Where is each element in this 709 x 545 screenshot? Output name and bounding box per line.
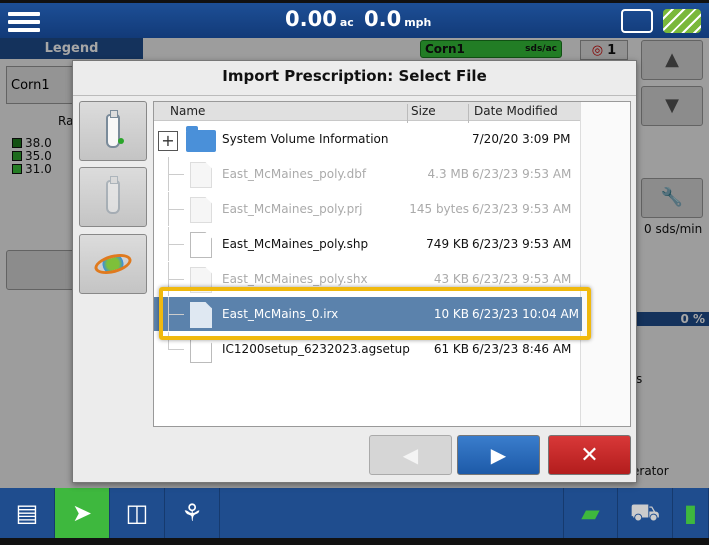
document-file-icon [190,302,212,328]
usb-source-button[interactable] [79,101,147,161]
document-file-icon [190,197,212,223]
speed-value: 0.0 [364,7,402,31]
title-divider [73,95,636,96]
file-date: 6/23/23 10:04 AM [472,307,580,321]
file-row[interactable]: East_McMaines_poly.shx 43 KB 6/23/23 9:5… [154,262,582,296]
back-button[interactable]: ◀ [369,435,452,475]
file-name: East_McMains_0.irx [222,307,339,321]
bottom-toolbar: ▤ ➤ ◫ ⚘ ▰ ⛟ ▮ [0,488,709,538]
speed-unit: mph [404,16,432,29]
area-readout: 0.00 ac [285,7,354,31]
usb-source-button-2[interactable] [79,167,147,227]
field-icon: ▰ [581,499,600,527]
gps-satellite-icon[interactable] [663,9,701,33]
folder-icon [186,126,216,152]
split-view-icon: ◫ [125,499,149,527]
document-file-icon [190,267,212,293]
file-date: 6/23/23 9:53 AM [472,272,572,286]
right-arrow-icon: ▶ [490,443,507,467]
usb-drive-icon [106,176,120,214]
file-name: East_McMaines_poly.shx [222,272,368,286]
document-icon: ▤ [15,499,39,527]
file-date: 6/23/23 9:53 AM [472,202,572,216]
file-row[interactable]: East_McMaines_poly.shp 749 KB 6/23/23 9:… [154,227,582,261]
document-file-icon [190,337,212,363]
planter-icon: ⚘ [181,499,203,527]
implement-button[interactable]: ▮ [673,488,709,538]
file-date: 6/23/23 8:46 AM [472,342,572,356]
file-date: 6/23/23 9:53 AM [472,167,572,181]
folder-row[interactable]: + System Volume Information 7/20/20 3:09… [154,122,582,156]
navigation-button[interactable]: ➤ [55,488,110,538]
file-row-selected[interactable]: East_McMains_0.irx 10 KB 6/23/23 10:04 A… [154,297,582,331]
area-value: 0.00 [285,7,337,31]
file-size: 145 bytes [409,202,469,216]
expand-icon[interactable]: + [158,131,178,151]
file-date: 6/23/23 9:53 AM [472,237,572,251]
planter-button[interactable]: ⚘ [165,488,220,538]
file-size: 749 KB [426,237,469,251]
file-row[interactable]: East_McMaines_poly.prj 145 bytes 6/23/23… [154,192,582,226]
left-arrow-icon: ◀ [402,443,419,467]
import-prescription-dialog: Import Prescription: Select File Name Si… [72,60,637,483]
scrollbar[interactable] [580,102,630,426]
cloud-sync-icon [92,250,134,278]
file-name: East_McMaines_poly.shp [222,237,369,251]
cancel-button[interactable]: ✕ [548,435,631,475]
file-list-header: Name Size Date Modified [154,102,582,123]
menu-button[interactable] [8,9,40,35]
display-settings-icon[interactable] [621,9,653,33]
status-bar: 0.00 ac 0.0 mph [0,0,709,38]
file-size: 43 KB [433,272,469,286]
cloud-source-button[interactable] [79,234,147,294]
connected-dot-icon [118,138,124,144]
navigation-icon: ➤ [71,499,93,527]
column-date[interactable]: Date Modified [474,104,558,118]
usb-drive-icon [106,110,124,148]
next-button[interactable]: ▶ [457,435,540,475]
document-file-icon [190,232,212,258]
file-name: East_McMaines_poly.prj [222,202,363,216]
implement-icon: ▮ [683,499,698,527]
file-name: IC1200setup_6232023.agsetup [222,342,410,356]
file-name: System Volume Information [222,132,389,146]
close-icon: ✕ [580,442,599,468]
column-name[interactable]: Name [170,104,205,118]
split-view-button[interactable]: ◫ [110,488,165,538]
file-list[interactable]: Name Size Date Modified + System Volume … [153,101,631,427]
file-name: East_McMaines_poly.dbf [222,167,367,181]
bottom-edge [0,538,709,545]
document-file-icon [190,162,212,188]
file-size: 61 KB [433,342,469,356]
file-size: 10 KB [433,307,469,321]
area-unit: ac [339,16,354,29]
file-size: 4.3 MB [427,167,469,181]
document-button[interactable]: ▤ [0,488,55,538]
file-date: 7/20/20 3:09 PM [472,132,571,146]
field-button[interactable]: ▰ [563,488,618,538]
speed-readout: 0.0 mph [364,7,431,31]
dialog-title: Import Prescription: Select File [222,67,487,85]
menu-icon [8,12,40,16]
tractor-icon: ⛟ [629,497,661,526]
file-row[interactable]: East_McMaines_poly.dbf 4.3 MB 6/23/23 9:… [154,157,582,191]
file-row[interactable]: IC1200setup_6232023.agsetup 61 KB 6/23/2… [154,332,582,366]
tractor-button[interactable]: ⛟ [618,488,673,538]
column-size[interactable]: Size [411,104,436,118]
